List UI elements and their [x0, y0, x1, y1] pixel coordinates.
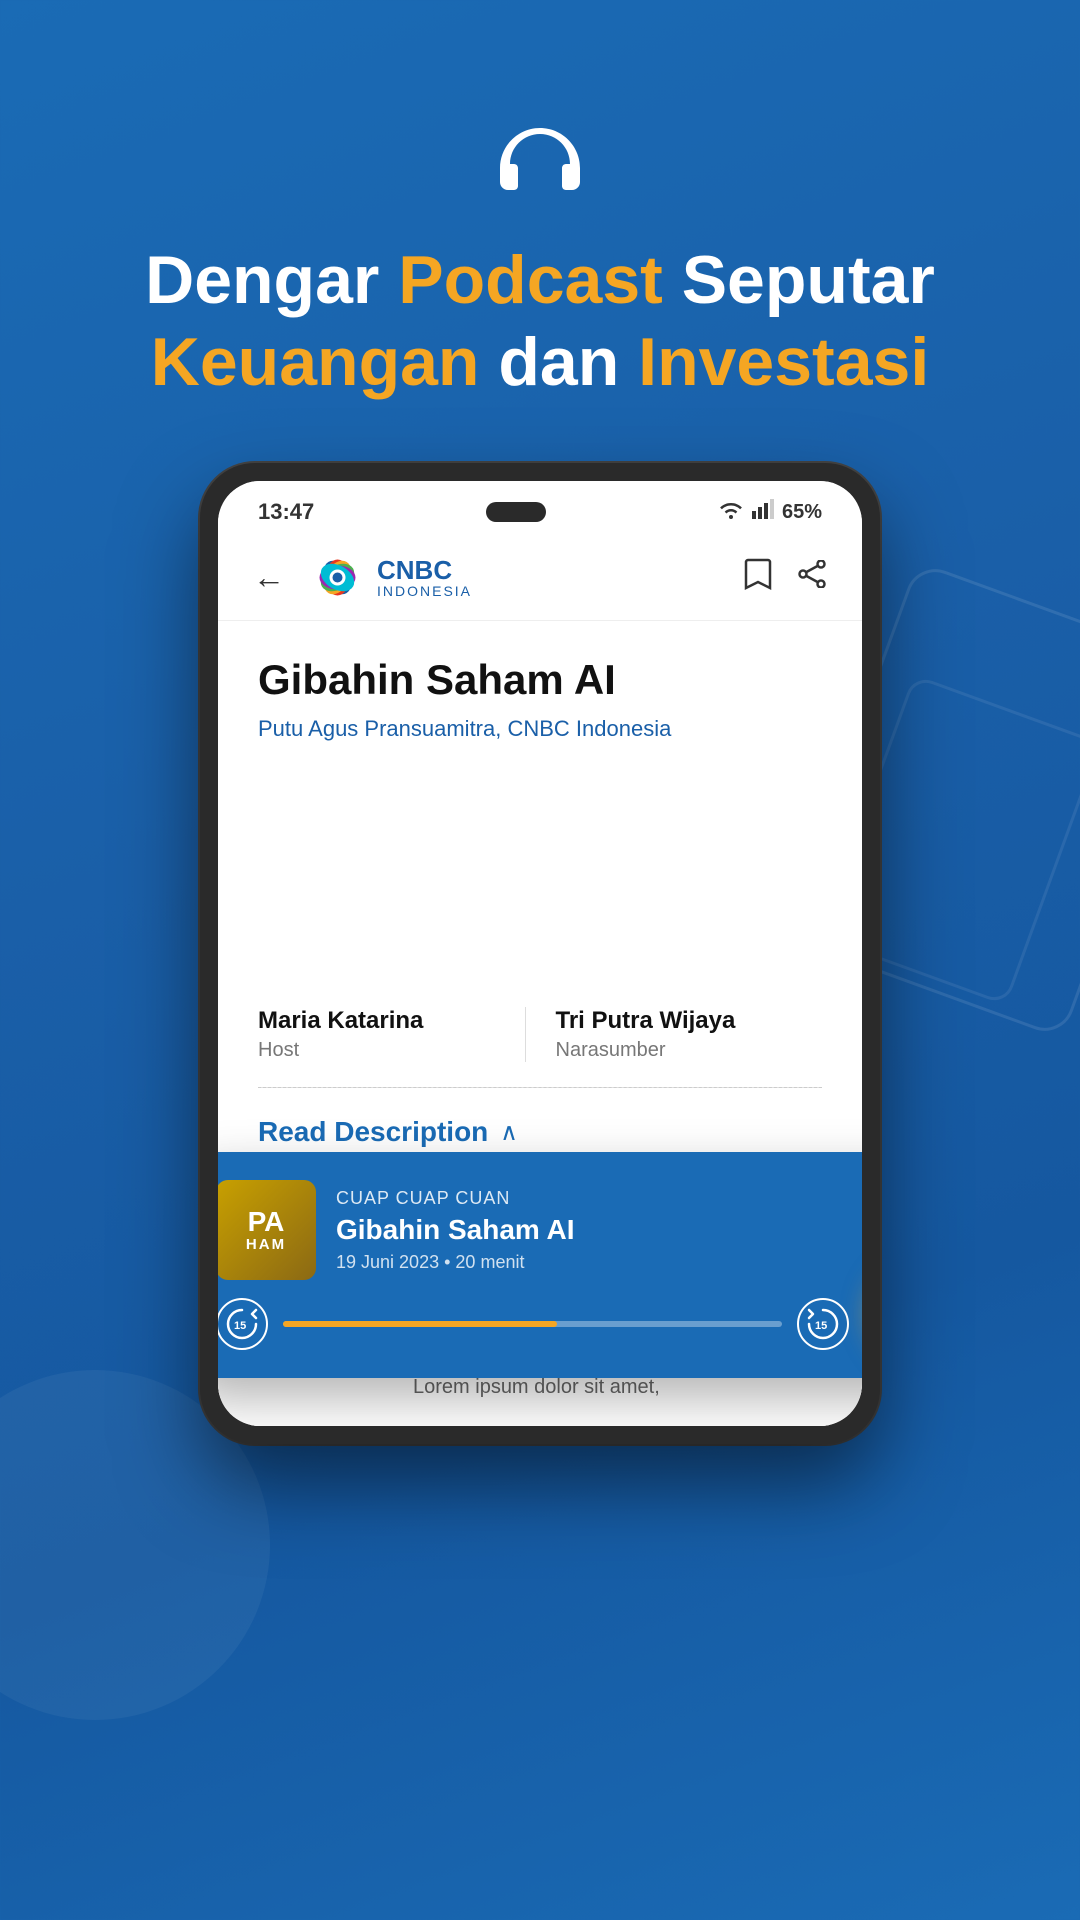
progress-bar[interactable] [283, 1321, 782, 1327]
wifi-icon [718, 499, 744, 525]
status-right: 65% [718, 499, 822, 525]
phone-frame: 13:47 [200, 463, 880, 1444]
header-section: Dengar Podcast Seputar Keuangan dan Inve… [0, 0, 1080, 463]
host-item-1: Maria Katarina Host [258, 1007, 526, 1062]
top-nav: ← C [218, 535, 862, 621]
thumb-inner: PA HAM [218, 1180, 316, 1280]
headline: Dengar Podcast Seputar Keuangan dan Inve… [0, 240, 1080, 403]
host-2-name: Tri Putra Wijaya [556, 1007, 793, 1035]
status-bar: 13:47 [218, 481, 862, 535]
player-info: CUAP CUAP CUAN Gibahin Saham AI 19 Juni … [336, 1188, 862, 1273]
player-sep: • [444, 1252, 455, 1272]
phone-screen: 13:47 [218, 481, 862, 1426]
time: 13:47 [258, 499, 314, 525]
headphone-icon [490, 120, 590, 200]
signal-icon [752, 499, 774, 525]
player-title: Gibahin Saham AI [336, 1214, 862, 1246]
headline-investasi: Investasi [638, 324, 929, 400]
phone-mockup: 13:47 [200, 463, 880, 1444]
skip-forward-button[interactable]: 15 [797, 1298, 849, 1350]
host-item-2: Tri Putra Wijaya Narasumber [556, 1007, 823, 1062]
nav-left: ← C [253, 555, 472, 600]
podcast-author: Putu Agus Pransuamitra, CNBC Indonesia [258, 716, 822, 742]
player-thumbnail: PA HAM [218, 1180, 316, 1280]
brand-sub: INDONESIA [377, 583, 472, 599]
player-top: PA HAM CUAP CUAP CUAN Gibahin Saham AI 1… [218, 1180, 862, 1280]
player-controls: 15 15 9:28 [218, 1298, 862, 1350]
player-card: PA HAM CUAP CUAP CUAN Gibahin Saham AI 1… [218, 1152, 862, 1378]
bookmark-icon[interactable] [744, 558, 772, 598]
skip-back-button[interactable]: 15 [218, 1298, 268, 1350]
chevron-up-icon: ∧ [500, 1118, 518, 1147]
headline-dan: dan [498, 324, 638, 400]
player-date: 19 Juni 2023 [336, 1252, 439, 1272]
share-icon[interactable] [797, 560, 827, 596]
host-1-role: Host [258, 1039, 495, 1062]
read-description-label[interactable]: Read Description [258, 1116, 488, 1148]
host-1-name: Maria Katarina [258, 1007, 495, 1035]
player-category: CUAP CUAP CUAN [336, 1188, 862, 1209]
player-meta: 19 Juni 2023 • 20 menit [336, 1252, 862, 1273]
brand-name: CNBC [377, 557, 472, 583]
headline-keuangan: Keuangan [151, 324, 480, 400]
cnbc-text: CNBC INDONESIA [377, 557, 472, 599]
cnbc-logo: CNBC INDONESIA [310, 555, 472, 600]
podcast-title: Gibahin Saham AI [258, 656, 822, 704]
hosts-section: Maria Katarina Host Tri Putra Wijaya Nar… [218, 982, 862, 1087]
notch [486, 502, 546, 522]
headline-line1: Dengar Podcast Seputar [145, 242, 935, 318]
player-duration: 20 menit [455, 1252, 524, 1272]
progress-fill [283, 1321, 557, 1327]
content-area: Gibahin Saham AI Putu Agus Pransuamitra,… [218, 621, 862, 782]
author-name: Putu Agus Pransuamitra, [258, 716, 507, 741]
headline-podcast: Podcast [398, 242, 663, 318]
back-button[interactable]: ← [253, 559, 285, 596]
svg-text:15: 15 [815, 1320, 827, 1332]
nav-right [744, 558, 827, 598]
host-2-role: Narasumber [556, 1039, 793, 1062]
battery: 65% [782, 501, 822, 524]
author-link[interactable]: CNBC Indonesia [507, 716, 671, 741]
svg-text:15: 15 [234, 1320, 246, 1332]
